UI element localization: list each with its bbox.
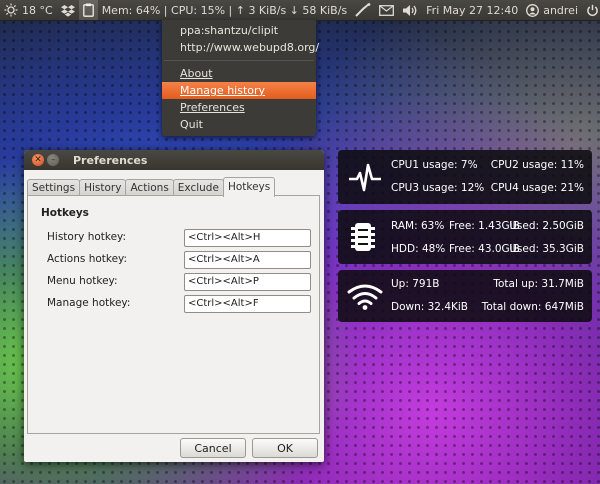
- clipboard-icon: [82, 3, 94, 17]
- network-icon: [355, 3, 371, 17]
- volume-indicator[interactable]: [398, 0, 422, 20]
- history-item[interactable]: http://www.webupd8.org/: [162, 39, 319, 56]
- conky-network-widget: Up: 791B Total up: 31.7MiB Down: 32.4KiB…: [338, 270, 592, 322]
- manage-hotkey-label: Manage hotkey:: [47, 297, 131, 309]
- clock-label: Fri May 27 12:40: [426, 3, 519, 17]
- cpu3-usage: CPU3 usage: 12%: [391, 182, 485, 194]
- preferences-window: ✕ – Preferences Settings History Actions…: [24, 150, 324, 462]
- close-button[interactable]: ✕: [32, 154, 44, 166]
- volume-icon: [402, 4, 418, 17]
- cpu1-usage: CPU1 usage: 7%: [391, 159, 478, 171]
- power-icon: [586, 4, 599, 17]
- cpu4-usage: CPU4 usage: 21%: [490, 182, 584, 194]
- user-indicator[interactable]: andrei: [522, 0, 582, 20]
- minimize-icon: –: [50, 154, 56, 165]
- network-indicator[interactable]: [351, 0, 375, 20]
- hotkey-row-manage: Manage hotkey: <Ctrl><Alt>F: [47, 295, 317, 313]
- tab-history[interactable]: History: [79, 179, 127, 196]
- menu-item-manage-history-label: Manage history: [180, 84, 266, 97]
- clock-indicator[interactable]: Fri May 27 12:40: [422, 0, 522, 20]
- total-download: Total down: 647MiB: [481, 301, 584, 313]
- user-icon: [526, 3, 540, 17]
- clipit-indicator[interactable]: [78, 0, 98, 20]
- temperature-label: 18 °C: [22, 3, 53, 17]
- window-titlebar[interactable]: ✕ – Preferences: [24, 150, 324, 170]
- menu-item-preferences-label: Preferences: [180, 101, 245, 114]
- tab-exclude[interactable]: Exclude: [172, 179, 224, 196]
- system-monitor-indicator[interactable]: Mem: 64% | CPU: 15% | ↑ 3 KiB/s ↓ 58 KiB…: [98, 0, 351, 20]
- actions-hotkey-label: Actions hotkey:: [47, 253, 128, 265]
- menu-hotkey-field[interactable]: <Ctrl><Alt>P: [184, 273, 311, 291]
- session-indicator[interactable]: [582, 0, 600, 20]
- hotkey-row-actions: Actions hotkey: <Ctrl><Alt>A: [47, 251, 317, 269]
- weather-sun-icon: [4, 3, 18, 17]
- section-title: Hotkeys: [41, 207, 89, 219]
- total-upload: Total up: 31.7MiB: [493, 278, 584, 290]
- menu-item-about[interactable]: About: [162, 65, 316, 82]
- hdd-used: Used: 35.3GiB: [509, 243, 584, 255]
- tab-bar: Settings History Actions Exclude Hotkeys: [27, 177, 276, 197]
- system-monitor-label: Mem: 64% | CPU: 15% | ↑ 3 KiB/s ↓ 58 KiB…: [101, 3, 348, 17]
- actions-hotkey-field[interactable]: <Ctrl><Alt>A: [184, 251, 311, 269]
- heartbeat-icon: [348, 163, 382, 196]
- mail-indicator[interactable]: [375, 0, 398, 20]
- menu-item-preferences[interactable]: Preferences: [162, 99, 316, 116]
- close-icon: ✕: [34, 154, 42, 165]
- conky-cpu-widget: CPU1 usage: 7% CPU2 usage: 11% CPU3 usag…: [338, 150, 592, 204]
- minimize-button[interactable]: –: [47, 154, 59, 166]
- menu-item-manage-history[interactable]: Manage history: [162, 82, 316, 99]
- history-hotkey-field[interactable]: <Ctrl><Alt>H: [184, 229, 311, 247]
- download-speed: Down: 32.4KiB: [391, 301, 469, 313]
- tab-settings[interactable]: Settings: [27, 179, 81, 196]
- cancel-button[interactable]: Cancel: [180, 438, 246, 458]
- upload-speed: Up: 791B: [391, 278, 440, 290]
- menu-hotkey-label: Menu hotkey:: [47, 275, 118, 287]
- dropbox-icon: [60, 4, 75, 17]
- manage-hotkey-field[interactable]: <Ctrl><Alt>F: [184, 295, 311, 313]
- user-name-label: andrei: [543, 3, 579, 17]
- window-title: Preferences: [73, 153, 148, 167]
- ram-used: Used: 2.50GiB: [509, 220, 584, 232]
- clipit-menu: ppa:shantzu/clipit http://www.webupd8.or…: [162, 20, 319, 136]
- ok-button[interactable]: OK: [252, 438, 318, 458]
- tab-hotkeys[interactable]: Hotkeys: [222, 177, 276, 197]
- hotkey-row-menu: Menu hotkey: <Ctrl><Alt>P: [47, 273, 317, 291]
- hotkeys-tab-panel: Hotkeys History hotkey: <Ctrl><Alt>H Act…: [27, 195, 320, 434]
- history-item[interactable]: ppa:shantzu/clipit: [162, 22, 316, 39]
- hdd-usage: HDD: 48%: [391, 243, 446, 255]
- memory-chip-icon: [350, 221, 376, 256]
- weather-indicator[interactable]: 18 °C: [0, 0, 57, 20]
- menu-separator: [164, 60, 314, 61]
- conky-memory-widget: RAM: 63% Free: 1.43GiB Used: 2.50GiB HDD…: [338, 210, 592, 264]
- ram-usage: RAM: 63%: [391, 220, 445, 232]
- top-panel: 18 °C Mem: 64% | CPU: 15% | ↑ 3 KiB/s ↓ …: [0, 0, 600, 21]
- menu-item-quit[interactable]: Quit: [162, 116, 316, 133]
- cpu2-usage: CPU2 usage: 11%: [490, 159, 584, 171]
- tab-actions[interactable]: Actions: [125, 179, 174, 196]
- history-hotkey-label: History hotkey:: [47, 231, 127, 243]
- wifi-icon: [347, 284, 383, 313]
- dropbox-indicator[interactable]: [57, 0, 79, 20]
- hotkey-row-history: History hotkey: <Ctrl><Alt>H: [47, 229, 317, 247]
- mail-icon: [379, 4, 395, 16]
